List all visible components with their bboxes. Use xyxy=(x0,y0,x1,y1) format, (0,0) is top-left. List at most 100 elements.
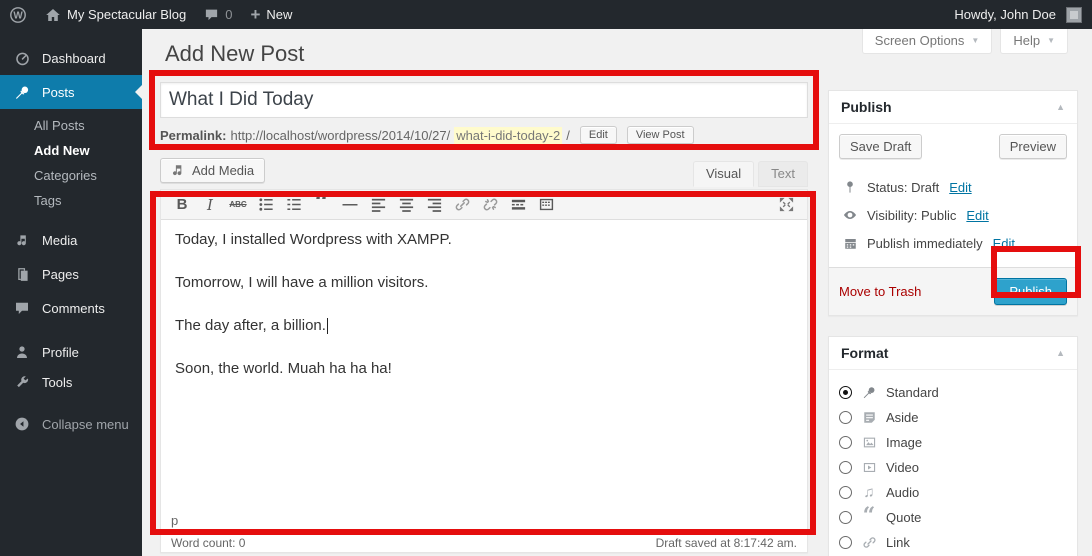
strikethrough-button[interactable]: ABC xyxy=(225,193,251,217)
screen-options-tab[interactable]: Screen Options ▼ xyxy=(862,29,993,54)
format-box: Format ▲ Standard Aside xyxy=(828,336,1078,556)
sidebar-label: Dashboard xyxy=(42,51,106,66)
word-count: Word count: 0 xyxy=(171,536,245,550)
permalink-row: Permalink: http://localhost/wordpress/20… xyxy=(160,126,808,144)
sidebar-item-categories[interactable]: Categories xyxy=(0,163,142,188)
sidebar-item-tags[interactable]: Tags xyxy=(0,188,142,213)
toolbar-toggle-button[interactable] xyxy=(533,193,559,217)
editor-element-path[interactable]: p xyxy=(161,510,807,531)
howdy-account-menu[interactable]: Howdy, John Doe xyxy=(945,0,1058,29)
editor-status-bar: Word count: 0 Draft saved at 8:17:42 am. xyxy=(160,532,808,553)
sidebar-item-media[interactable]: Media xyxy=(0,223,142,257)
sidebar-item-pages[interactable]: Pages xyxy=(0,257,142,291)
align-center-button[interactable] xyxy=(393,193,419,217)
align-left-button[interactable] xyxy=(365,193,391,217)
edit-status-link[interactable]: Edit xyxy=(949,180,971,195)
text-cursor xyxy=(327,318,328,334)
move-to-trash-link[interactable]: Move to Trash xyxy=(839,284,921,299)
home-icon xyxy=(45,7,61,23)
comments-bubble[interactable]: 0 xyxy=(195,0,241,29)
format-option-standard[interactable]: Standard xyxy=(839,380,1067,405)
screen-options-label: Screen Options xyxy=(875,33,965,48)
schedule-row: Publish immediately Edit xyxy=(839,229,1067,257)
edit-permalink-button[interactable]: Edit xyxy=(580,126,617,144)
numbered-list-button[interactable] xyxy=(281,193,307,217)
sidebar-item-posts[interactable]: Posts xyxy=(0,75,142,109)
insert-link-button[interactable] xyxy=(449,193,475,217)
help-tab[interactable]: Help ▼ xyxy=(1000,29,1068,54)
radio-video[interactable] xyxy=(839,461,852,474)
comment-bubble-icon xyxy=(204,7,219,22)
status-row: Status: Draft Edit xyxy=(839,173,1067,201)
read-more-tag-button[interactable] xyxy=(505,193,531,217)
align-right-button[interactable] xyxy=(421,193,447,217)
editor-paragraph: Tomorrow, I will have a million visitors… xyxy=(175,275,793,291)
wordpress-logo-icon: W xyxy=(9,6,27,24)
visibility-row: Visibility: Public Edit xyxy=(839,201,1067,229)
permalink-trailing-slash: / xyxy=(566,128,570,143)
chevron-down-icon: ▼ xyxy=(1047,36,1055,45)
publish-box: Publish ▲ Save Draft Preview Status: Dra… xyxy=(828,90,1078,316)
new-content-menu[interactable]: + New xyxy=(241,0,301,29)
bullet-list-button[interactable] xyxy=(253,193,279,217)
wordpress-logo-menu[interactable]: W xyxy=(0,0,36,29)
format-option-video[interactable]: Video xyxy=(839,455,1067,480)
edit-schedule-link[interactable]: Edit xyxy=(993,236,1015,251)
collapse-toggle-icon[interactable]: ▲ xyxy=(1056,348,1065,358)
user-avatar[interactable] xyxy=(1066,7,1082,23)
sidebar-item-add-new[interactable]: Add New xyxy=(0,138,142,163)
format-option-link[interactable]: Link xyxy=(839,530,1067,555)
sidebar-item-dashboard[interactable]: Dashboard xyxy=(0,41,142,75)
tab-visual[interactable]: Visual xyxy=(693,161,754,187)
radio-aside[interactable] xyxy=(839,411,852,424)
format-box-header[interactable]: Format ▲ xyxy=(829,337,1077,370)
radio-audio[interactable] xyxy=(839,486,852,499)
draft-saved-status: Draft saved at 8:17:42 am. xyxy=(656,536,797,550)
sidebar-item-all-posts[interactable]: All Posts xyxy=(0,113,142,138)
radio-standard[interactable] xyxy=(839,386,852,399)
collapse-toggle-icon[interactable]: ▲ xyxy=(1056,102,1065,112)
publish-box-header[interactable]: Publish ▲ xyxy=(829,91,1077,124)
schedule-text: Publish immediately xyxy=(867,236,983,251)
comments-icon xyxy=(12,300,32,316)
format-link-icon xyxy=(860,535,878,550)
format-option-audio[interactable]: ♫ Audio xyxy=(839,480,1067,505)
sidebar-item-comments[interactable]: Comments xyxy=(0,291,142,325)
help-label: Help xyxy=(1013,33,1040,48)
format-option-image[interactable]: Image xyxy=(839,430,1067,455)
format-option-aside[interactable]: Aside xyxy=(839,405,1067,430)
radio-quote[interactable] xyxy=(839,511,852,524)
edit-visibility-link[interactable]: Edit xyxy=(966,208,988,223)
sidebar-item-tools[interactable]: Tools xyxy=(0,367,142,397)
radio-link[interactable] xyxy=(839,536,852,549)
permalink-slug[interactable]: what-i-did-today-2 xyxy=(454,127,562,144)
format-label: Link xyxy=(886,535,910,550)
format-option-quote[interactable]: “ Quote xyxy=(839,505,1067,530)
editor-content[interactable]: Today, I installed Wordpress with XAMPP.… xyxy=(161,220,807,510)
horizontal-rule-button[interactable]: — xyxy=(337,193,363,217)
publish-actions: Move to Trash Publish xyxy=(829,267,1077,315)
publish-button[interactable]: Publish xyxy=(994,278,1067,305)
format-quote-icon: “ xyxy=(860,512,878,524)
sidebar-label: Comments xyxy=(42,301,105,316)
remove-link-button[interactable] xyxy=(477,193,503,217)
format-audio-icon: ♫ xyxy=(860,485,878,500)
sidebar-item-profile[interactable]: Profile xyxy=(0,337,142,367)
save-draft-button[interactable]: Save Draft xyxy=(839,134,922,159)
sidebar-item-collapse-menu[interactable]: Collapse menu xyxy=(0,409,142,439)
tab-text[interactable]: Text xyxy=(758,161,808,187)
chevron-down-icon: ▼ xyxy=(971,36,979,45)
blockquote-button[interactable]: “ xyxy=(309,193,335,217)
radio-image[interactable] xyxy=(839,436,852,449)
format-label: Quote xyxy=(886,510,921,525)
view-post-button[interactable]: View Post xyxy=(627,126,694,144)
format-label: Standard xyxy=(886,385,939,400)
bold-button[interactable]: B xyxy=(169,193,195,217)
post-title-input[interactable] xyxy=(160,82,808,118)
italic-button[interactable]: I xyxy=(197,193,223,217)
preview-button[interactable]: Preview xyxy=(999,134,1067,159)
site-name-link[interactable]: My Spectacular Blog xyxy=(36,0,195,29)
editor-paragraph: Soon, the world. Muah ha ha ha! xyxy=(175,361,793,377)
add-media-button[interactable]: Add Media xyxy=(160,158,265,183)
distraction-free-button[interactable] xyxy=(773,193,799,217)
